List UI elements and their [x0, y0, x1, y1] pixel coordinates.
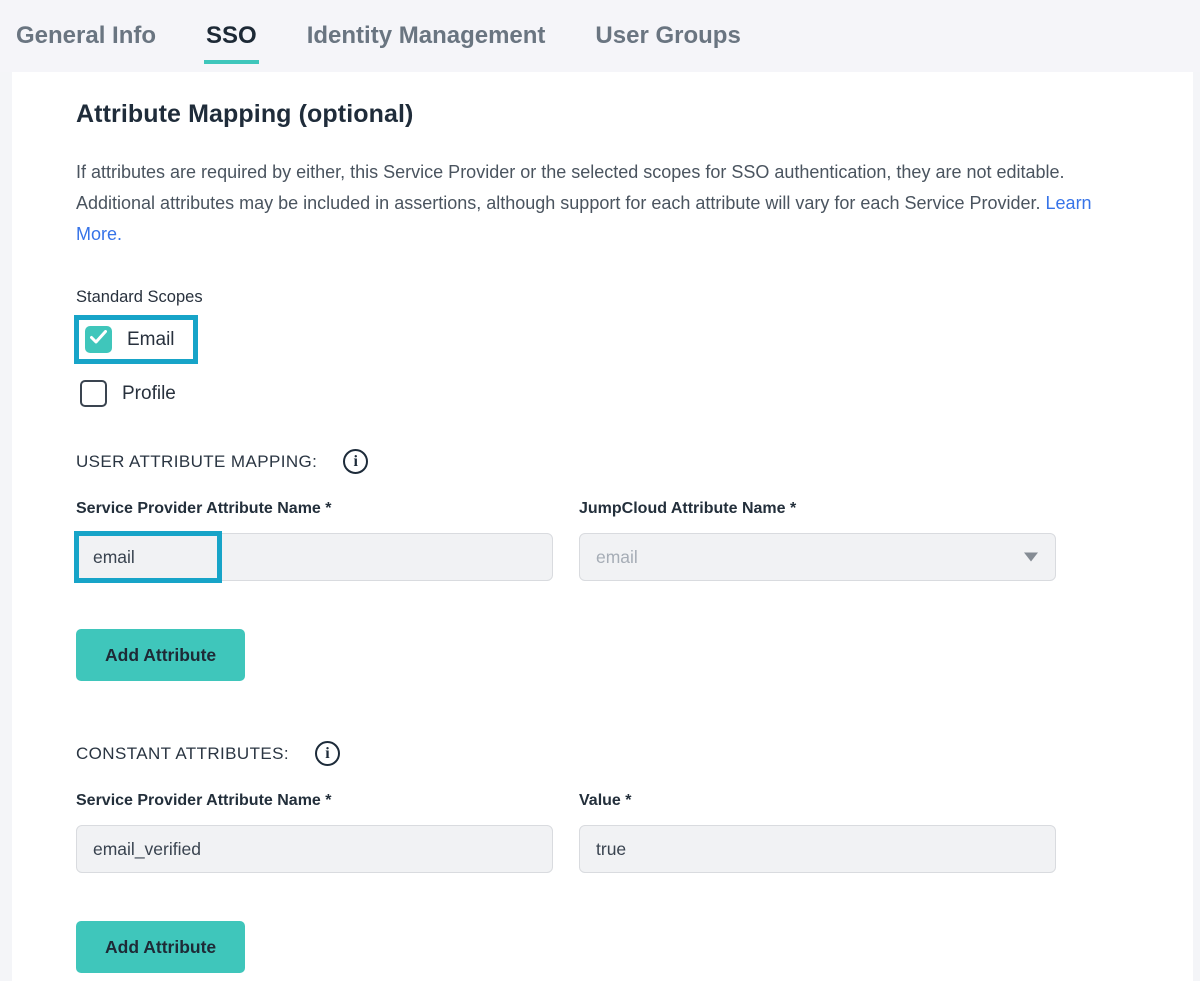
- sp-attribute-name-label: Service Provider Attribute Name *: [76, 500, 553, 518]
- tab-general-info[interactable]: General Info: [14, 8, 158, 64]
- jumpcloud-attribute-name-label: JumpCloud Attribute Name *: [579, 500, 1056, 518]
- constant-attributes-title: CONSTANT ATTRIBUTES:: [76, 744, 289, 764]
- tab-bar: General Info SSO Identity Management Use…: [0, 0, 1200, 72]
- profile-scope-row: Profile: [80, 380, 1193, 407]
- email-checkbox-label: Email: [127, 329, 175, 351]
- checkmark-icon: [90, 330, 107, 349]
- constant-sp-attribute-name-label: Service Provider Attribute Name *: [76, 792, 553, 810]
- constant-value-label: Value *: [579, 792, 1056, 810]
- profile-checkbox[interactable]: [80, 380, 107, 407]
- sp-attribute-name-input[interactable]: [76, 533, 553, 581]
- tab-identity-management[interactable]: Identity Management: [305, 8, 548, 64]
- tab-sso[interactable]: SSO: [204, 8, 259, 64]
- jumpcloud-attribute-select[interactable]: [579, 533, 1056, 581]
- description-body: If attributes are required by either, th…: [76, 162, 1065, 213]
- add-constant-attribute-button[interactable]: Add Attribute: [76, 921, 245, 973]
- info-icon[interactable]: i: [315, 741, 340, 766]
- sso-panel: Attribute Mapping (optional) If attribut…: [12, 72, 1193, 981]
- constant-value-input[interactable]: [579, 825, 1056, 873]
- user-attribute-mapping-title: USER ATTRIBUTE MAPPING:: [76, 452, 317, 472]
- page-title: Attribute Mapping (optional): [76, 100, 1193, 129]
- description-text: If attributes are required by either, th…: [76, 157, 1116, 250]
- profile-checkbox-label: Profile: [122, 383, 176, 405]
- tab-user-groups[interactable]: User Groups: [593, 8, 742, 64]
- info-icon[interactable]: i: [343, 449, 368, 474]
- add-user-attribute-button[interactable]: Add Attribute: [76, 629, 245, 681]
- email-scope-highlight: Email: [74, 315, 198, 364]
- standard-scopes-label: Standard Scopes: [76, 288, 1193, 307]
- constant-sp-attribute-name-input[interactable]: [76, 825, 553, 873]
- email-checkbox[interactable]: [85, 326, 112, 353]
